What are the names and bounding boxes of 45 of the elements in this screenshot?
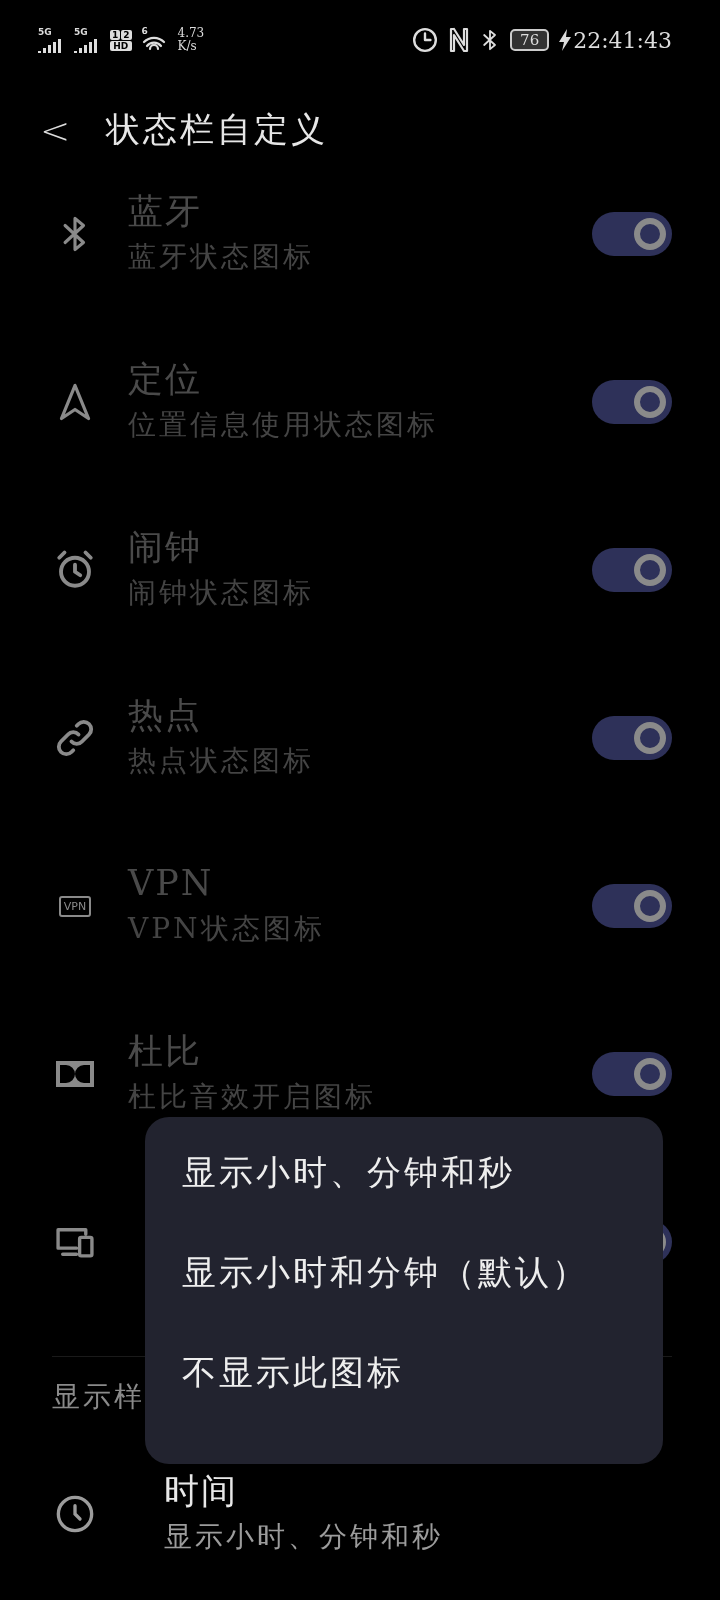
speed-text: 4.73 [177,27,205,40]
navigation-arrow-icon [57,382,93,422]
status-time: 22:41:43 [573,27,672,53]
setting-title: 时间 [164,1471,239,1511]
setting-description: 闹钟状态图标 [128,575,315,611]
signal-icon [74,36,100,53]
page-title: 状态栏自定义 [106,108,329,151]
nfc-icon [448,27,471,53]
setting-description: 显示小时、分钟和秒 [164,1519,444,1555]
speed-text: K/s [177,40,198,53]
alarm-clock-icon [412,27,439,53]
battery-level: 76 [510,29,550,51]
toggle-switch[interactable] [592,212,672,256]
toggle-switch[interactable] [592,1052,672,1096]
network-label: 5G [74,27,88,37]
toggle-switch[interactable] [592,380,672,424]
setting-description: 热点状态图标 [128,743,315,779]
setting-title: VPN [128,863,215,903]
charging-bolt-icon [559,29,572,51]
alarm-clock-icon [54,549,96,591]
setting-description: 位置信息使用状态图标 [128,407,439,443]
toggle-switch[interactable] [592,548,672,592]
wifi-label: 6 [141,26,148,36]
toggle-switch[interactable] [592,716,672,760]
back-button[interactable]: < [40,109,71,151]
devices-icon [55,1225,95,1259]
setting-description: 杜比音效开启图标 [128,1079,377,1115]
setting-description: VPN状态图标 [128,911,326,947]
menu-item[interactable]: 显示小时和分钟（默认） [145,1217,663,1317]
link-icon [54,717,96,759]
signal-icon [38,36,64,53]
setting-title: 蓝牙 [128,191,203,231]
setting-title: 闹钟 [128,527,203,567]
network-label: 5G [38,27,52,37]
setting-title: 杜比 [128,1031,203,1071]
vpn-icon: VPN [58,895,92,917]
section-title: 显示样 [52,1379,145,1415]
setting-description: 蓝牙状态图标 [128,239,315,275]
menu-item[interactable]: 不显示此图标 [145,1317,663,1417]
dolby-icon [55,1060,95,1088]
menu-item[interactable]: 显示小时、分钟和秒 [145,1117,663,1217]
toggle-switch[interactable] [592,884,672,928]
clock-icon [55,1494,95,1534]
setting-title: 热点 [128,695,203,735]
setting-title: 定位 [128,359,203,399]
